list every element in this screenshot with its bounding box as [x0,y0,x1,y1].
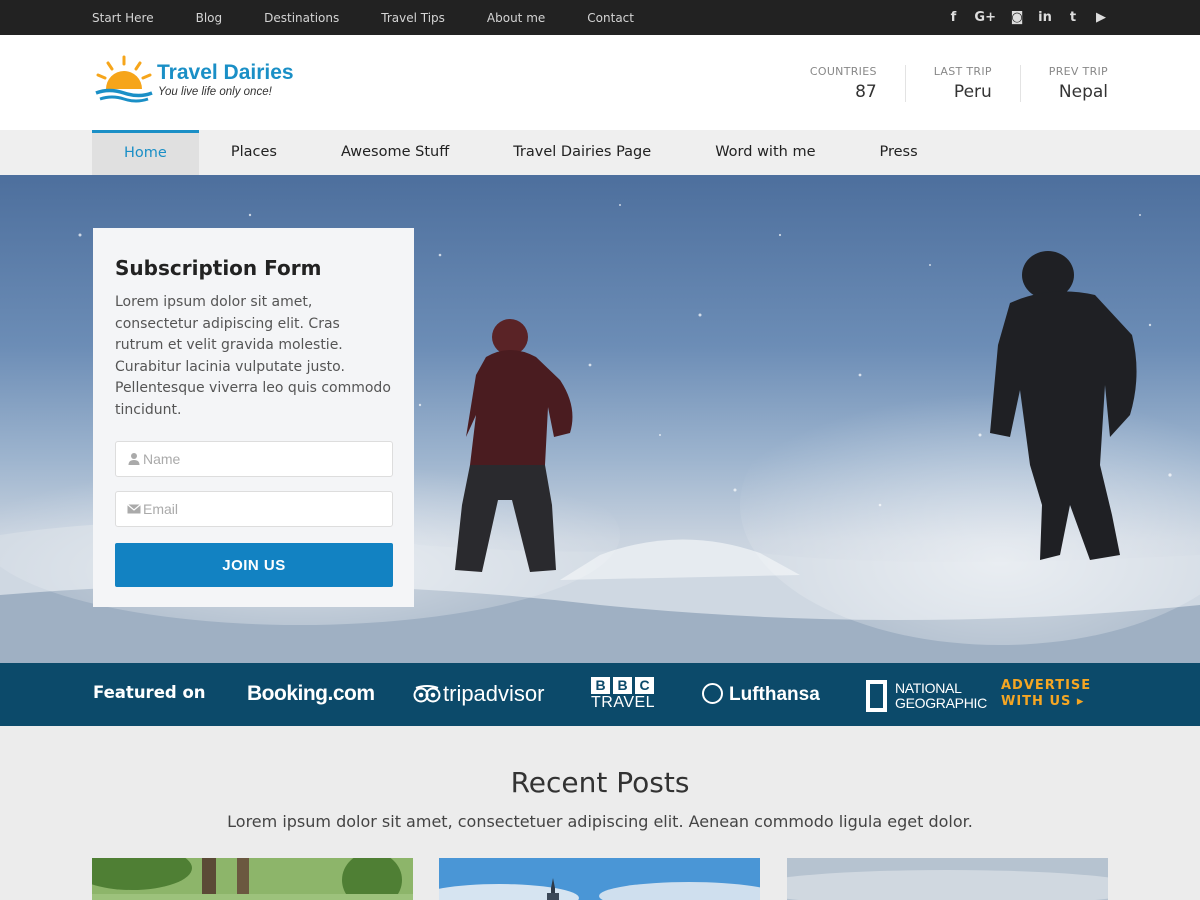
top-link-contact[interactable]: Contact [587,11,634,25]
advertise-line1: ADVERTISE [1001,678,1092,693]
natgeo-line1: NATIONAL [895,680,962,696]
stat-value: 87 [855,82,877,102]
email-field [115,491,393,527]
recent-posts-section: Recent Posts Lorem ipsum dolor sit amet,… [0,726,1200,900]
youtube-icon[interactable]: ▶ [1094,10,1108,25]
social-links: f G+ ◙ in t ▶ [946,0,1108,35]
nav-item-word-with-me[interactable]: Word with me [683,130,847,175]
featured-label: Featured on [93,683,206,702]
post-card-image[interactable] [787,858,1108,900]
recent-posts-subtitle: Lorem ipsum dolor sit amet, consectetuer… [227,812,973,831]
stat-label: LAST TRIP [933,65,992,78]
post-card-image[interactable] [92,858,413,900]
bbc-letter: B [613,677,632,694]
main-nav: Home Places Awesome Stuff Travel Dairies… [0,130,1200,175]
sun-logo-icon [95,55,153,103]
name-field [115,441,393,477]
top-link-blog[interactable]: Blog [196,11,223,25]
lufthansa-text: Lufthansa [729,684,820,705]
stat-label: PREV TRIP [1048,65,1108,78]
booking-logo[interactable]: Booking.com [247,682,375,706]
nav-item-places[interactable]: Places [199,130,309,175]
tripadvisor-logo[interactable]: tripadvisor [413,681,544,707]
top-link-destinations[interactable]: Destinations [264,11,339,25]
user-icon [128,453,140,465]
trip-stats: COUNTRIES 87 LAST TRIP Peru PREV TRIP Ne… [782,65,1108,102]
stat-value: Nepal [1058,82,1108,102]
twitter-icon[interactable]: t [1066,10,1080,25]
top-link-about-me[interactable]: About me [487,11,545,25]
stat-label: COUNTRIES [809,65,877,78]
site-logo[interactable]: Travel Dairies You live life only once! [94,55,334,105]
advertise-line2: WITH US ▸ [1001,694,1085,709]
natgeo-frame-icon [866,680,887,712]
site-header: Travel Dairies You live life only once! … [0,35,1200,130]
name-input[interactable] [143,442,388,476]
tripadvisor-text: tripadvisor [443,681,545,706]
logo-tagline: You live life only once! [158,86,272,98]
lufthansa-logo[interactable]: Lufthansa [702,683,820,706]
top-bar: Start Here Blog Destinations Travel Tips… [0,0,1200,35]
email-input[interactable] [143,492,388,526]
subscription-title: Subscription Form [115,256,322,280]
advertise-with-us-link[interactable]: ADVERTISE WITH US ▸ [1001,678,1091,710]
stat-last-trip: LAST TRIP Peru [906,65,1021,102]
linkedin-icon[interactable]: in [1038,10,1052,25]
google-plus-icon[interactable]: G+ [974,10,996,25]
bbc-travel-text: TRAVEL [591,694,656,711]
bbc-letter: C [635,677,654,694]
envelope-icon [127,504,141,514]
post-thumbnail [92,858,413,900]
facebook-icon[interactable]: f [946,10,960,25]
tripadvisor-owl-icon [413,685,441,703]
stat-prev-trip: PREV TRIP Nepal [1021,65,1108,102]
natgeo-text: NATIONAL GEOGRAPHIC [895,681,987,711]
post-card-image[interactable] [439,858,760,900]
top-link-travel-tips[interactable]: Travel Tips [381,11,445,25]
hero-banner: Subscription Form Lorem ipsum dolor sit … [0,175,1200,663]
featured-on-strip: Featured on Booking.com tripadvisor B B … [0,663,1200,726]
post-thumbnail [439,858,760,900]
stat-countries: COUNTRIES 87 [782,65,906,102]
top-nav: Start Here Blog Destinations Travel Tips… [92,0,676,35]
instagram-icon[interactable]: ◙ [1010,10,1024,25]
nav-item-press[interactable]: Press [847,130,949,175]
join-us-button[interactable]: JOIN US [115,543,393,587]
recent-posts-title: Recent Posts [510,766,690,799]
nav-item-home[interactable]: Home [92,130,199,175]
lufthansa-crane-icon [702,683,723,704]
nav-item-awesome-stuff[interactable]: Awesome Stuff [309,130,481,175]
nav-item-travel-dairies-page[interactable]: Travel Dairies Page [481,130,683,175]
logo-title: Travel Dairies [157,61,294,84]
main-nav-list: Home Places Awesome Stuff Travel Dairies… [92,130,950,175]
bbc-letter: B [591,677,610,694]
bbc-boxes: B B C [591,677,655,694]
subscription-text: Lorem ipsum dolor sit amet, consectetur … [115,294,391,418]
natgeo-line2: GEOGRAPHIC [895,695,987,711]
post-thumbnail [787,858,1108,900]
stat-value: Peru [953,82,992,102]
subscription-form: Subscription Form Lorem ipsum dolor sit … [93,228,414,607]
top-link-start-here[interactable]: Start Here [92,11,154,25]
bbc-travel-logo[interactable]: B B C TRAVEL [591,677,655,711]
